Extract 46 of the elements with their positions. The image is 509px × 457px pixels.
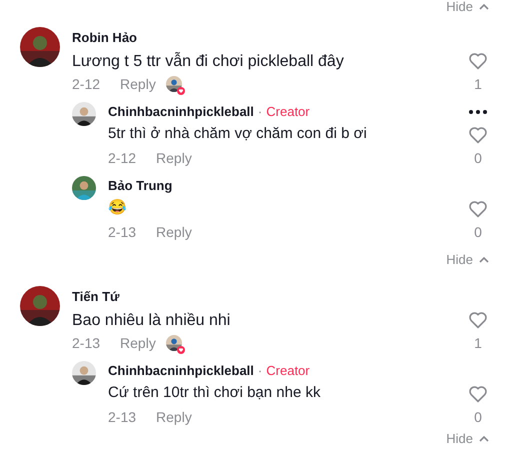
separator: ·	[258, 362, 262, 380]
like-icon[interactable]	[468, 385, 488, 403]
like-icon[interactable]	[468, 311, 488, 329]
hide-label: Hide	[446, 251, 473, 270]
author-name[interactable]: Bảo Trung	[108, 176, 172, 196]
hide-label: Hide	[446, 430, 473, 448]
author-name[interactable]: Tiến Tứ	[72, 287, 120, 307]
author-name[interactable]: Chinhbacninhpickleball	[108, 361, 254, 381]
comment-text: Cứ trên 10tr thì chơi bạn nhe kk	[108, 383, 322, 403]
reply-button[interactable]: Reply	[156, 148, 192, 168]
like-count: 0	[474, 408, 482, 427]
separator: ·	[258, 103, 262, 121]
comment-date: 2-12	[72, 75, 100, 94]
hide-button[interactable]: Hide	[446, 250, 489, 270]
reply-button[interactable]: Reply	[120, 333, 156, 353]
like-count: 0	[474, 223, 482, 242]
heart-badge-icon	[176, 346, 185, 354]
reply-button[interactable]: Reply	[156, 222, 192, 242]
comment-date: 2-13	[108, 408, 136, 427]
chevron-up-icon	[479, 436, 489, 442]
more-icon[interactable]	[469, 110, 487, 114]
comment-text: Lương t 5 ttr vẫn đi chơi pickleball đây	[72, 51, 345, 72]
like-icon[interactable]	[468, 52, 488, 70]
like-count: 1	[474, 334, 482, 353]
heart-badge-icon	[176, 87, 185, 95]
creator-label: Creator	[266, 362, 310, 380]
chevron-up-icon	[479, 4, 489, 10]
comment-date: 2-13	[108, 223, 136, 242]
like-count: 0	[474, 149, 482, 168]
hide-button[interactable]: Hide	[446, 429, 489, 449]
reply-button[interactable]: Reply	[156, 407, 192, 427]
comment-date: 2-12	[108, 149, 136, 168]
comment-text: 5tr thì ở nhà chăm vợ chăm con đi b ơi	[108, 124, 368, 144]
like-icon[interactable]	[468, 126, 488, 144]
hide-label: Hide	[446, 0, 473, 13]
chevron-up-icon	[479, 257, 489, 263]
comment-text: Bao nhiêu là nhiều nhi	[72, 311, 232, 331]
reply-button[interactable]: Reply	[120, 74, 156, 94]
comment-date: 2-13	[72, 334, 100, 353]
like-icon[interactable]	[468, 200, 488, 218]
author-name[interactable]: Chinhbacninhpickleball	[108, 102, 254, 122]
hide-button[interactable]: Hide	[446, 0, 489, 13]
comment-text: 😂	[108, 198, 128, 218]
creator-label: Creator	[266, 103, 310, 121]
like-count: 1	[474, 75, 482, 94]
author-name[interactable]: Robin Hảo	[72, 28, 137, 48]
